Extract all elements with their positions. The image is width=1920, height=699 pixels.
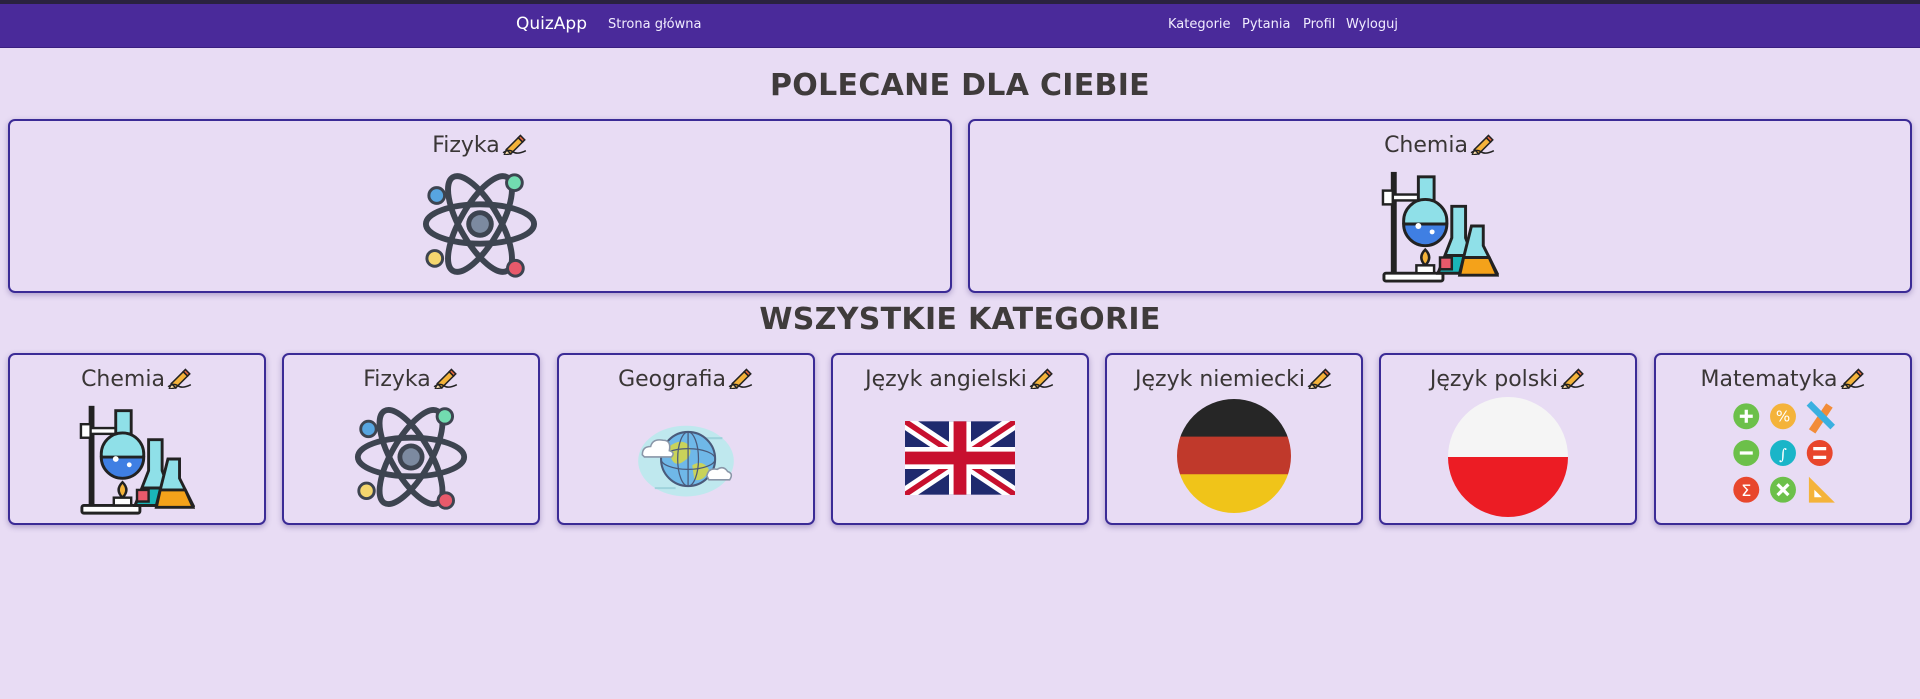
pencil-icon xyxy=(1307,363,1333,389)
brand-link[interactable]: QuizApp xyxy=(516,14,587,34)
recommended-card-fizyka[interactable]: Fizyka xyxy=(8,119,952,293)
card-title: Fizyka xyxy=(10,129,950,158)
card-title-text: Język niemiecki xyxy=(1135,367,1305,392)
recommended-heading: POLECANE DLA CIEBIE xyxy=(770,68,1150,103)
svg-text:%: % xyxy=(1776,408,1790,426)
globe-icon xyxy=(638,425,734,497)
category-card-jezyk-niemiecki[interactable]: Język niemiecki xyxy=(1105,353,1363,525)
card-title: Język angielski xyxy=(833,363,1087,392)
pencil-icon xyxy=(1029,363,1055,389)
pencil-icon xyxy=(433,363,459,389)
svg-text:∫: ∫ xyxy=(1779,445,1787,463)
card-title: Język niemiecki xyxy=(1107,363,1361,392)
card-title-text: Język polski xyxy=(1429,367,1559,392)
pencil-icon xyxy=(502,129,528,155)
chemistry-lab-icon xyxy=(1381,167,1499,285)
pencil-icon xyxy=(167,363,193,389)
navbar: QuizApp Strona główna Kategorie Pytania … xyxy=(0,4,1920,48)
card-title: Matematyka xyxy=(1656,363,1910,392)
chemistry-lab-icon xyxy=(79,401,195,517)
math-symbols-icon: % ∫ Σ xyxy=(1733,401,1835,503)
germany-flag-icon xyxy=(1177,399,1291,513)
nav-link-profile[interactable]: Profil xyxy=(1303,17,1335,32)
pencil-icon xyxy=(728,363,754,389)
atom-icon xyxy=(353,399,469,515)
nav-link-categories[interactable]: Kategorie xyxy=(1168,17,1231,32)
card-title: Fizyka xyxy=(284,363,538,392)
card-title-text: Język angielski xyxy=(865,367,1027,392)
pencil-icon xyxy=(1470,129,1496,155)
svg-text:Σ: Σ xyxy=(1741,481,1751,500)
card-title-text: Geografia xyxy=(618,367,726,392)
card-title: Geografia xyxy=(559,363,813,392)
all-categories-heading: WSZYSTKIE KATEGORIE xyxy=(759,302,1161,337)
nav-link-questions[interactable]: Pytania xyxy=(1242,17,1290,32)
card-title-text: Chemia xyxy=(81,367,165,392)
category-card-geografia[interactable]: Geografia xyxy=(557,353,815,525)
card-title: Chemia xyxy=(10,363,264,392)
category-card-chemia[interactable]: Chemia xyxy=(8,353,266,525)
pencil-icon xyxy=(1560,363,1586,389)
category-card-jezyk-polski[interactable]: Język polski xyxy=(1379,353,1637,525)
category-card-fizyka[interactable]: Fizyka xyxy=(282,353,540,525)
atom-icon xyxy=(421,165,539,283)
poland-flag-icon xyxy=(1448,397,1568,517)
card-title: Chemia xyxy=(970,129,1910,158)
card-title-text: Fizyka xyxy=(363,367,431,392)
category-card-jezyk-angielski[interactable]: Język angielski xyxy=(831,353,1089,525)
card-title-text: Matematyka xyxy=(1700,367,1838,392)
card-title: Język polski xyxy=(1381,363,1635,392)
recommended-card-chemia[interactable]: Chemia xyxy=(968,119,1912,293)
nav-link-home[interactable]: Strona główna xyxy=(608,17,701,32)
card-title-text: Fizyka xyxy=(432,133,500,158)
uk-flag-icon xyxy=(905,421,1015,495)
card-title-text: Chemia xyxy=(1384,133,1468,158)
pencil-icon xyxy=(1840,363,1866,389)
category-card-matematyka[interactable]: Matematyka % ∫ Σ xyxy=(1654,353,1912,525)
nav-link-logout[interactable]: Wyloguj xyxy=(1346,17,1398,32)
